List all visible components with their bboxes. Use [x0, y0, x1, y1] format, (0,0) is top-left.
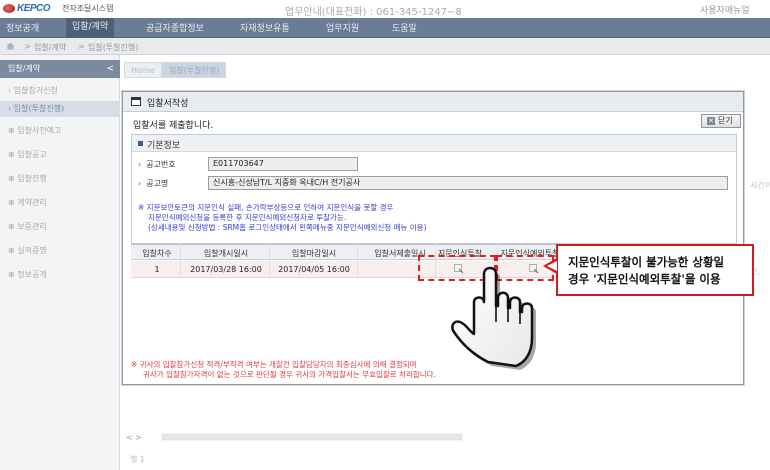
kepco-logo[interactable]: KEPCO	[3, 2, 61, 16]
notice-line: ※ 지문보안토큰의 지문인식 실패, 손가락부상등으로 인하여 지문인식을 못할…	[138, 203, 394, 212]
notice-number-field: E011703647	[208, 157, 358, 171]
tab-home[interactable]: Home	[124, 62, 162, 78]
bid-form-dialog: 입찰서작성 입찰서를 제출합니다. ✕ 닫기 기본정보 › 공고번호 E011703…	[122, 91, 744, 385]
pointer-hand-icon	[451, 266, 536, 370]
nav-item-help[interactable]: 도움말	[392, 21, 417, 34]
cell-round: 1	[154, 265, 160, 274]
callout-text: 지문인식투찰이 불가능한 상황일 경우 '지문인식예외투찰'을 이용	[568, 254, 724, 288]
dialog-message: 입찰서를 제출합니다.	[133, 121, 214, 131]
column-divider	[269, 244, 270, 278]
breadcrumb-item[interactable]: 입찰(투찰진행)	[88, 42, 138, 53]
annotation-callout: 지문인식투찰이 불가능한 상황일 경우 '지문인식예외투찰'을 이용	[556, 244, 754, 296]
sidebar-collapse-icon[interactable]: <	[106, 60, 114, 78]
sidebar-item-bid-running[interactable]: ⊕ 입찰진행	[8, 173, 47, 184]
close-button[interactable]: ✕ 닫기	[701, 114, 741, 128]
eligibility-footnote: ※ 귀사의 입찰참가신청 적격/부적격 여부는 개찰전 입찰담당자의 최종심사에…	[131, 360, 436, 380]
top-header: KEPCO 전자조달시스템 업무안내(대표전화) : 061-345-1247~…	[0, 0, 770, 18]
notice-line: 지문인식예외신청을 등록한 후 지문인식예외신청자로 투찰가능.	[148, 213, 347, 222]
section-header: 기본정보	[132, 135, 736, 152]
background-text: 시간까	[750, 181, 770, 190]
window-icon	[131, 97, 141, 106]
home-icon[interactable]	[6, 42, 15, 50]
sidebar-item-contract[interactable]: ⊕ 계약관리	[8, 197, 47, 208]
dialog-title: 입찰서작성	[147, 99, 189, 109]
sidebar-heading: 입찰/계약 <	[0, 60, 120, 78]
notice-line: (상세내용및 신청방법 : SRM홈 로그인상태에서 왼쪽메뉴중 지문인식예외신…	[148, 223, 427, 232]
column-divider	[357, 244, 358, 278]
main-nav: 정보공개 입찰/계약 공급자종합정보 자재정보유통 업무지원 도움말	[0, 18, 770, 38]
sidebar-item-bid-progress[interactable]: › 입찰(투찰진행)	[0, 101, 120, 117]
basic-info-section: 기본정보 › 공고번호 E011703647 › 공고명 신시흥-신성남T/L 지중…	[131, 134, 737, 244]
section-bullet-icon	[138, 141, 143, 146]
nav-item-supplier[interactable]: 공급자종합정보	[146, 21, 204, 34]
cell-close-time: 2017/04/05 16:00	[278, 265, 350, 274]
sidebar-item-guarantee[interactable]: ⊕ 보증관리	[8, 221, 47, 232]
sidebar: 입찰/계약 < › 입찰참가신청 › 입찰(투찰진행) ⊕ 입찰사전예고 ⊕ 입…	[0, 55, 120, 470]
column-header: 입찰마감일시	[291, 249, 337, 258]
notice-name-field: 신시흥-신성남T/L 지중화 옥내C/H 전기공사	[208, 176, 728, 190]
helpline-text: 업무안내(대표전화) : 061-345-1247~8	[285, 7, 462, 18]
close-button-label: 닫기	[718, 116, 733, 125]
arrow-icon: ›	[138, 160, 142, 169]
breadcrumb-sep-icon: >	[78, 42, 85, 51]
sidebar-item-bid-apply[interactable]: › 입찰참가신청	[8, 85, 58, 96]
sidebar-item-performance[interactable]: ⊕ 실적증명	[8, 245, 47, 256]
nav-item-support[interactable]: 업무지원	[326, 21, 359, 34]
logo-text: KEPCO	[17, 3, 51, 14]
sidebar-item-bid-notice[interactable]: ⊕ 입찰공고	[8, 149, 47, 160]
sidebar-heading-label: 입찰/계약	[8, 64, 41, 73]
footnote-line: 귀사가 입찰참가자격이 없는 것으로 판단될 경우 귀사의 가격입찰서는 무효입…	[143, 370, 436, 379]
sidebar-item-pre-notice[interactable]: ⊕ 입찰사전예고	[8, 125, 61, 136]
callout-pointer-inner	[547, 261, 557, 271]
tab-bid-progress[interactable]: 입찰(투찰진행)	[162, 62, 227, 78]
footnote-line: ※ 귀사의 입찰참가신청 적격/부적격 여부는 개찰전 입찰담당자의 최종심사에…	[131, 360, 417, 369]
section-title: 기본정보	[147, 141, 181, 151]
logo-mark-icon	[3, 4, 15, 13]
breadcrumb-item[interactable]: 입찰/계약	[34, 42, 66, 53]
breadcrumb: > 입찰/계약 > 입찰(투찰진행)	[0, 38, 770, 55]
column-header: 입찰개시일시	[203, 249, 249, 258]
nav-item-bid-contract[interactable]: 입찰/계약	[66, 18, 115, 38]
row-count: 행 1	[130, 455, 145, 464]
nav-item-info[interactable]: 정보공개	[6, 21, 39, 34]
notice-name-label: › 공고명	[138, 179, 169, 188]
column-divider	[180, 244, 181, 278]
column-header: 입찰차수	[142, 249, 172, 258]
notice-number-label: › 공고번호	[138, 160, 176, 169]
horizontal-scrollbar[interactable]: < >	[126, 432, 766, 442]
sidebar-item-info[interactable]: ⊕ 정보공개	[8, 269, 47, 280]
nav-item-material[interactable]: 자재정보유통	[240, 21, 290, 34]
svg-text:< >: < >	[126, 433, 142, 442]
callout-line: 지문인식투찰이 불가능한 상황일	[568, 255, 725, 269]
callout-line: 경우 '지문인식예외투찰'을 이용	[568, 272, 721, 286]
logo-subtitle: 전자조달시스템	[62, 4, 114, 13]
fingerprint-notice: ※ 지문보안토큰의 지문인식 실패, 손가락부상등으로 인하여 지문인식을 못할…	[138, 203, 427, 233]
dialog-title-bar: 입찰서작성	[123, 92, 743, 112]
breadcrumb-sep-icon: >	[24, 42, 31, 51]
arrow-icon: ›	[138, 179, 142, 188]
user-manual-link[interactable]: 사용자매뉴얼	[700, 3, 750, 16]
cell-open-time: 2017/03/28 16:00	[190, 265, 262, 274]
close-icon: ✕	[707, 117, 715, 125]
